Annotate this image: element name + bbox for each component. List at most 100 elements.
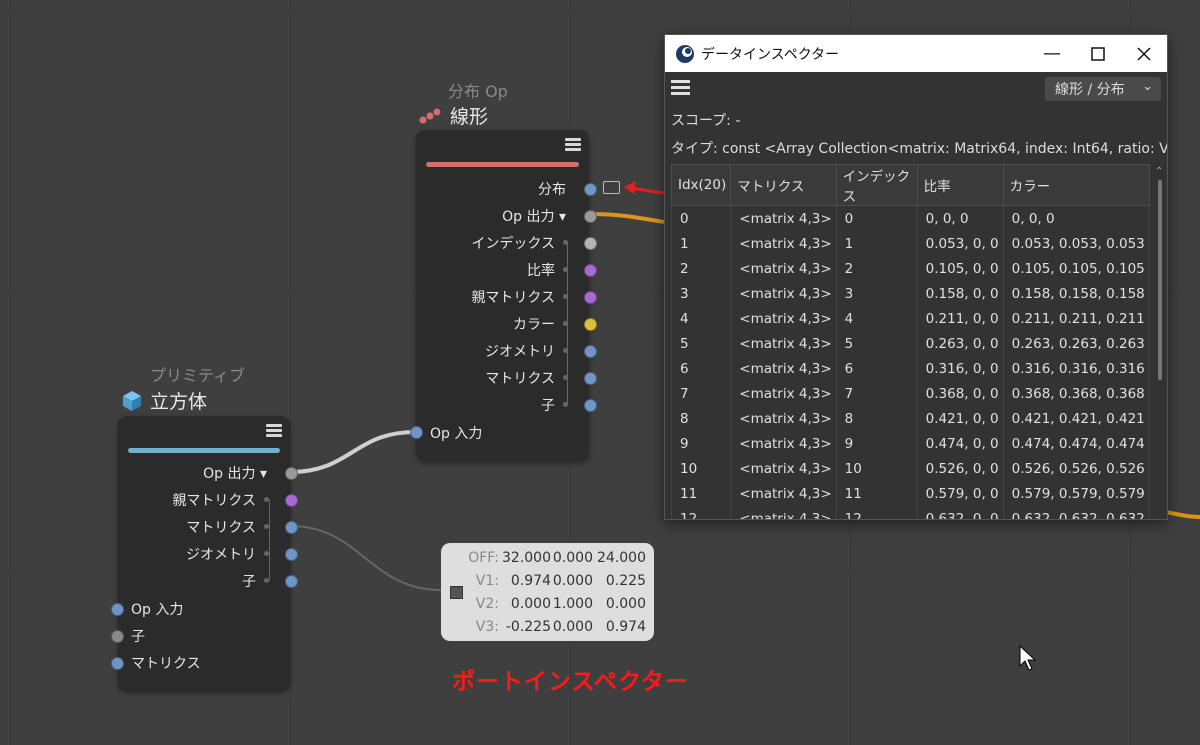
table-row[interactable]: 9 <matrix 4,3> 9 0.474, 0, 0 0.474, 0.474, 0… <box>671 431 1150 456</box>
distribution-output-7-port[interactable] <box>584 372 597 385</box>
data-table-container[interactable]: Idx(20) マトリクス インデックス 比率 カラー 0 <matrix 4,3> 0 0,… <box>671 164 1151 519</box>
distribution-op-input-label: Op 入力 <box>430 426 483 442</box>
table-row[interactable]: 11 <matrix 4,3> 11 0.579, 0, 0 0.579, 0.579,… <box>671 481 1150 506</box>
primitive-input-0-port[interactable] <box>111 603 124 616</box>
primitive-input-2-label: マトリクス <box>131 656 201 672</box>
primitive-output-4-port[interactable] <box>285 575 298 588</box>
distribution-output-2-port[interactable] <box>584 237 597 250</box>
primitive-input-1-port[interactable] <box>111 630 124 643</box>
table-cell: 1 <box>835 231 918 256</box>
matrix-value: 0.000 <box>552 619 593 635</box>
primitive-output-4-label: 子 <box>242 574 256 590</box>
caption-port-inspector: ポートインスペクター <box>452 669 690 695</box>
port-inspector-icon[interactable] <box>603 181 620 194</box>
table-cell: 7 <box>671 381 732 406</box>
table-cell: 0.105, 0.105, 0.105 <box>1002 256 1150 281</box>
distribution-output-4-connector <box>563 294 568 299</box>
table-row[interactable]: 2 <matrix 4,3> 2 0.105, 0, 0 0.105, 0.105, 0… <box>671 256 1150 281</box>
table-row[interactable]: 7 <matrix 4,3> 7 0.368, 0, 0 0.368, 0.368, 0… <box>671 381 1150 406</box>
table-cell: <matrix 4,3> <box>730 506 837 519</box>
column-header-4[interactable]: カラー <box>1002 164 1150 206</box>
matrix-value: 0.000 <box>552 573 593 589</box>
table-row[interactable]: 12 <matrix 4,3> 12 0.632, 0, 0 0.632, 0.632,… <box>671 506 1150 519</box>
context-dropdown[interactable]: 線形 / 分布 ⌄ <box>1045 77 1161 101</box>
matrix-value: 0.000 <box>552 550 593 566</box>
scope-label: スコープ: - <box>671 113 741 129</box>
table-row[interactable]: 6 <matrix 4,3> 6 0.316, 0, 0 0.316, 0.316, 0… <box>671 356 1150 381</box>
table-cell: 0.421, 0, 0 <box>916 406 1004 431</box>
column-header-1[interactable]: マトリクス <box>730 164 837 206</box>
distribution-output-8-label: 子 <box>541 398 555 414</box>
table-cell: 0.105, 0, 0 <box>916 256 1004 281</box>
primitive-input-2-port[interactable] <box>111 657 124 670</box>
table-row[interactable]: 0 <matrix 4,3> 0 0, 0, 0 0, 0, 0 <box>671 205 1150 231</box>
matrix-row-label: V2: <box>475 596 499 612</box>
distribution-output-8-port[interactable] <box>584 399 597 412</box>
matrix-value: 0.225 <box>605 573 646 589</box>
menu-icon[interactable] <box>565 138 581 152</box>
table-cell: <matrix 4,3> <box>730 431 837 456</box>
matrix-row-label: V1: <box>475 573 499 589</box>
dropdown-value: 線形 / 分布 <box>1055 82 1125 98</box>
table-cell: <matrix 4,3> <box>730 306 837 331</box>
distribution-node-title[interactable]: 線形 <box>450 102 488 129</box>
primitive-node-title[interactable]: 立方体 <box>150 387 207 414</box>
table-row[interactable]: 4 <matrix 4,3> 4 0.211, 0, 0 0.211, 0.211, 0… <box>671 306 1150 331</box>
primitive-node-header: プリミティブ <box>150 362 245 386</box>
column-header-2[interactable]: インデックス <box>835 164 918 206</box>
distribution-output-6-port[interactable] <box>584 345 597 358</box>
table-cell: 2 <box>835 256 918 281</box>
data-table: Idx(20) マトリクス インデックス 比率 カラー 0 <matrix 4,3> 0 0,… <box>671 164 1150 519</box>
primitive-output-1-connector <box>264 497 269 502</box>
matrix-row: V2: 0.000 1.000 0.000 <box>441 596 654 618</box>
table-cell: <matrix 4,3> <box>730 456 837 481</box>
primitive-output-2-port[interactable] <box>285 521 298 534</box>
table-cell: 3 <box>671 281 732 306</box>
distribution-output-3-port[interactable] <box>584 264 597 277</box>
distribution-output-1-port[interactable] <box>584 210 597 223</box>
table-row[interactable]: 5 <matrix 4,3> 5 0.263, 0, 0 0.263, 0.263, 0… <box>671 331 1150 356</box>
close-button[interactable] <box>1121 35 1167 72</box>
table-row[interactable]: 10 <matrix 4,3> 10 0.526, 0, 0 0.526, 0.526,… <box>671 456 1150 481</box>
distribution-output-0-port[interactable] <box>584 183 597 196</box>
table-row[interactable]: 1 <matrix 4,3> 1 0.053, 0, 0 0.053, 0.053, 0… <box>671 231 1150 256</box>
scroll-up-icon[interactable]: ⌃ <box>1155 166 1163 177</box>
menu-icon[interactable] <box>671 80 690 95</box>
app-logo-icon <box>676 44 694 63</box>
title-bar[interactable]: データインスペクター — <box>665 35 1167 72</box>
table-cell: 0.053, 0, 0 <box>916 231 1004 256</box>
matrix-row: V3: -0.225 0.000 0.974 <box>441 619 654 641</box>
table-cell: <matrix 4,3> <box>730 356 837 381</box>
wire-op-output-to-inspector <box>589 212 665 224</box>
data-inspector-window[interactable]: データインスペクター — 線形 / 分布 ⌄ スコープ: - タイプ: cons… <box>664 34 1168 520</box>
table-cell: 0.421, 0.421, 0.421 <box>1002 406 1150 431</box>
distribution-output-4-port[interactable] <box>584 291 597 304</box>
primitive-output-0-port[interactable] <box>285 467 298 480</box>
table-row[interactable]: 8 <matrix 4,3> 8 0.421, 0, 0 0.421, 0.421, 0… <box>671 406 1150 431</box>
column-header-3[interactable]: 比率 <box>916 164 1004 206</box>
distribution-op-input-port[interactable] <box>410 426 423 439</box>
matrix-row: OFF: 32.000 0.000 24.000 <box>441 550 654 572</box>
table-cell: <matrix 4,3> <box>730 381 837 406</box>
distribution-output-5-connector <box>563 321 568 326</box>
menu-icon[interactable] <box>266 424 282 438</box>
column-header-0[interactable]: Idx(20) <box>671 164 732 206</box>
distribution-output-3-label: 比率 <box>527 263 555 279</box>
maximize-button[interactable] <box>1075 35 1121 72</box>
table-cell: 5 <box>671 331 732 356</box>
table-cell: 3 <box>835 281 918 306</box>
table-cell: 0.368, 0.368, 0.368 <box>1002 381 1150 406</box>
matrix-value: 0.974 <box>605 619 646 635</box>
matrix-value: 0.000 <box>510 596 551 612</box>
wire-matrix-to-port-inspector <box>290 525 442 591</box>
table-row[interactable]: 3 <matrix 4,3> 3 0.158, 0, 0 0.158, 0.158, 0… <box>671 281 1150 306</box>
primitive-output-3-port[interactable] <box>285 548 298 561</box>
table-cell: 0.263, 0, 0 <box>916 331 1004 356</box>
vertical-scrollbar[interactable]: ⌃ <box>1155 166 1165 519</box>
scroll-thumb[interactable] <box>1158 180 1162 380</box>
minimize-button[interactable]: — <box>1029 35 1075 72</box>
primitive-output-1-port[interactable] <box>285 494 298 507</box>
distribution-output-5-port[interactable] <box>584 318 597 331</box>
matrix-value: 0.000 <box>605 596 646 612</box>
table-cell: 0.316, 0.316, 0.316 <box>1002 356 1150 381</box>
